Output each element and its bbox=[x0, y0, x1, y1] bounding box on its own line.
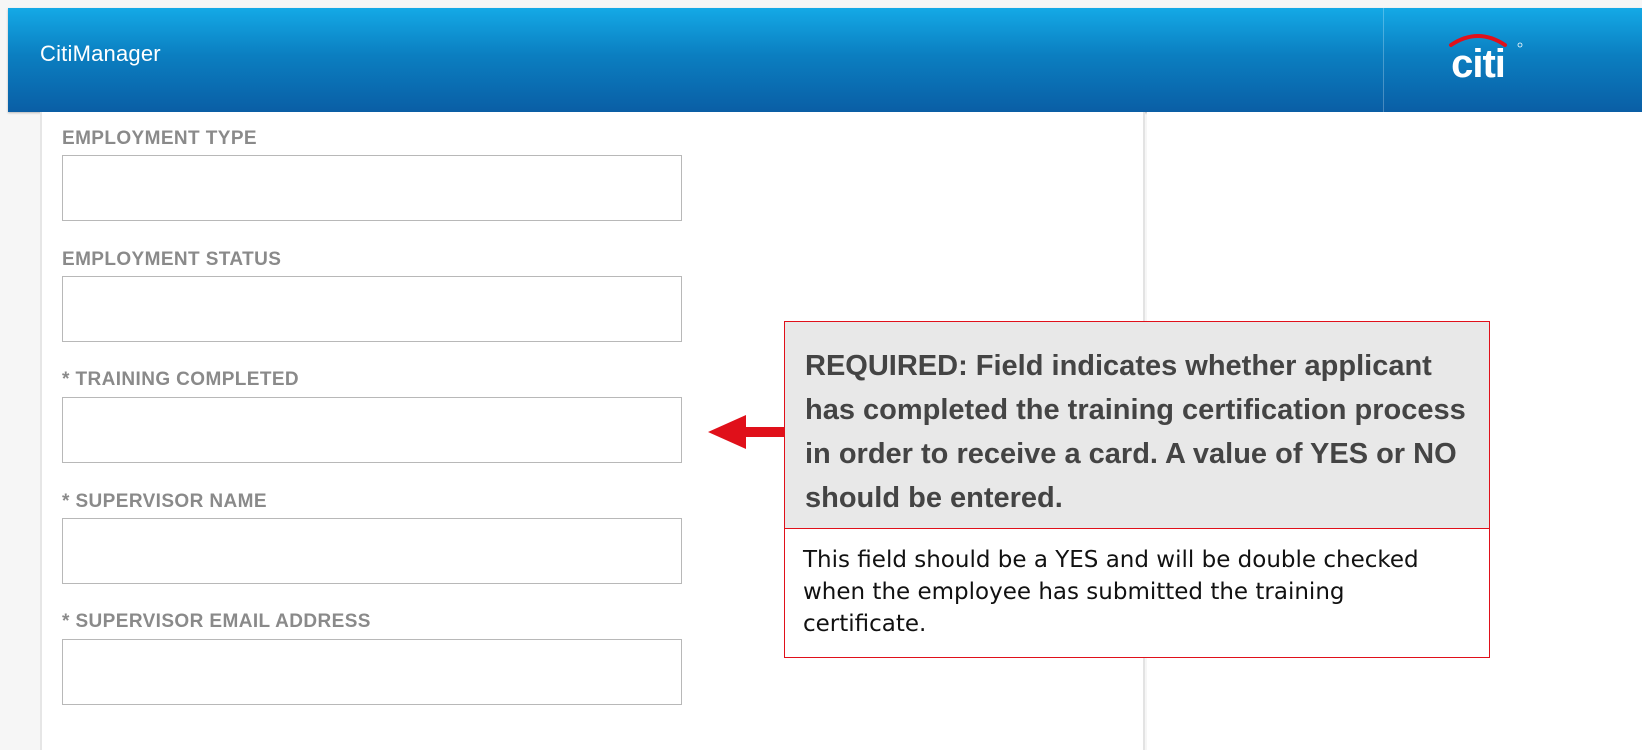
callout-note: This field should be a YES and will be d… bbox=[784, 529, 1490, 658]
employment-type-label: EMPLOYMENT TYPE bbox=[62, 128, 257, 149]
app-header: CitiManager citi bbox=[8, 8, 1642, 112]
supervisor-name-input[interactable] bbox=[62, 518, 682, 584]
employment-status-label: EMPLOYMENT STATUS bbox=[62, 249, 282, 270]
page: CitiManager citi EMPLOYMENT TYPE EMPLOYM… bbox=[0, 0, 1642, 750]
callout-heading: REQUIRED: Field indicates whether applic… bbox=[784, 321, 1490, 529]
supervisor-email-label: * SUPERVISOR EMAIL ADDRESS bbox=[62, 611, 371, 632]
supervisor-email-input[interactable] bbox=[62, 639, 682, 705]
employment-type-input[interactable] bbox=[62, 155, 682, 221]
registered-mark-icon bbox=[1517, 42, 1523, 48]
app-title: CitiManager bbox=[40, 41, 161, 66]
training-completed-input[interactable] bbox=[62, 397, 682, 463]
citi-logo: citi bbox=[1449, 34, 1523, 85]
employment-status-input[interactable] bbox=[62, 276, 682, 342]
training-completed-label: * TRAINING COMPLETED bbox=[62, 369, 300, 390]
supervisor-name-label: * SUPERVISOR NAME bbox=[62, 491, 267, 512]
citi-logo-text: citi bbox=[1451, 42, 1505, 85]
annotation-callout: REQUIRED: Field indicates whether applic… bbox=[784, 321, 1490, 658]
header-divider bbox=[1383, 8, 1384, 112]
left-arrow-icon bbox=[708, 415, 788, 449]
